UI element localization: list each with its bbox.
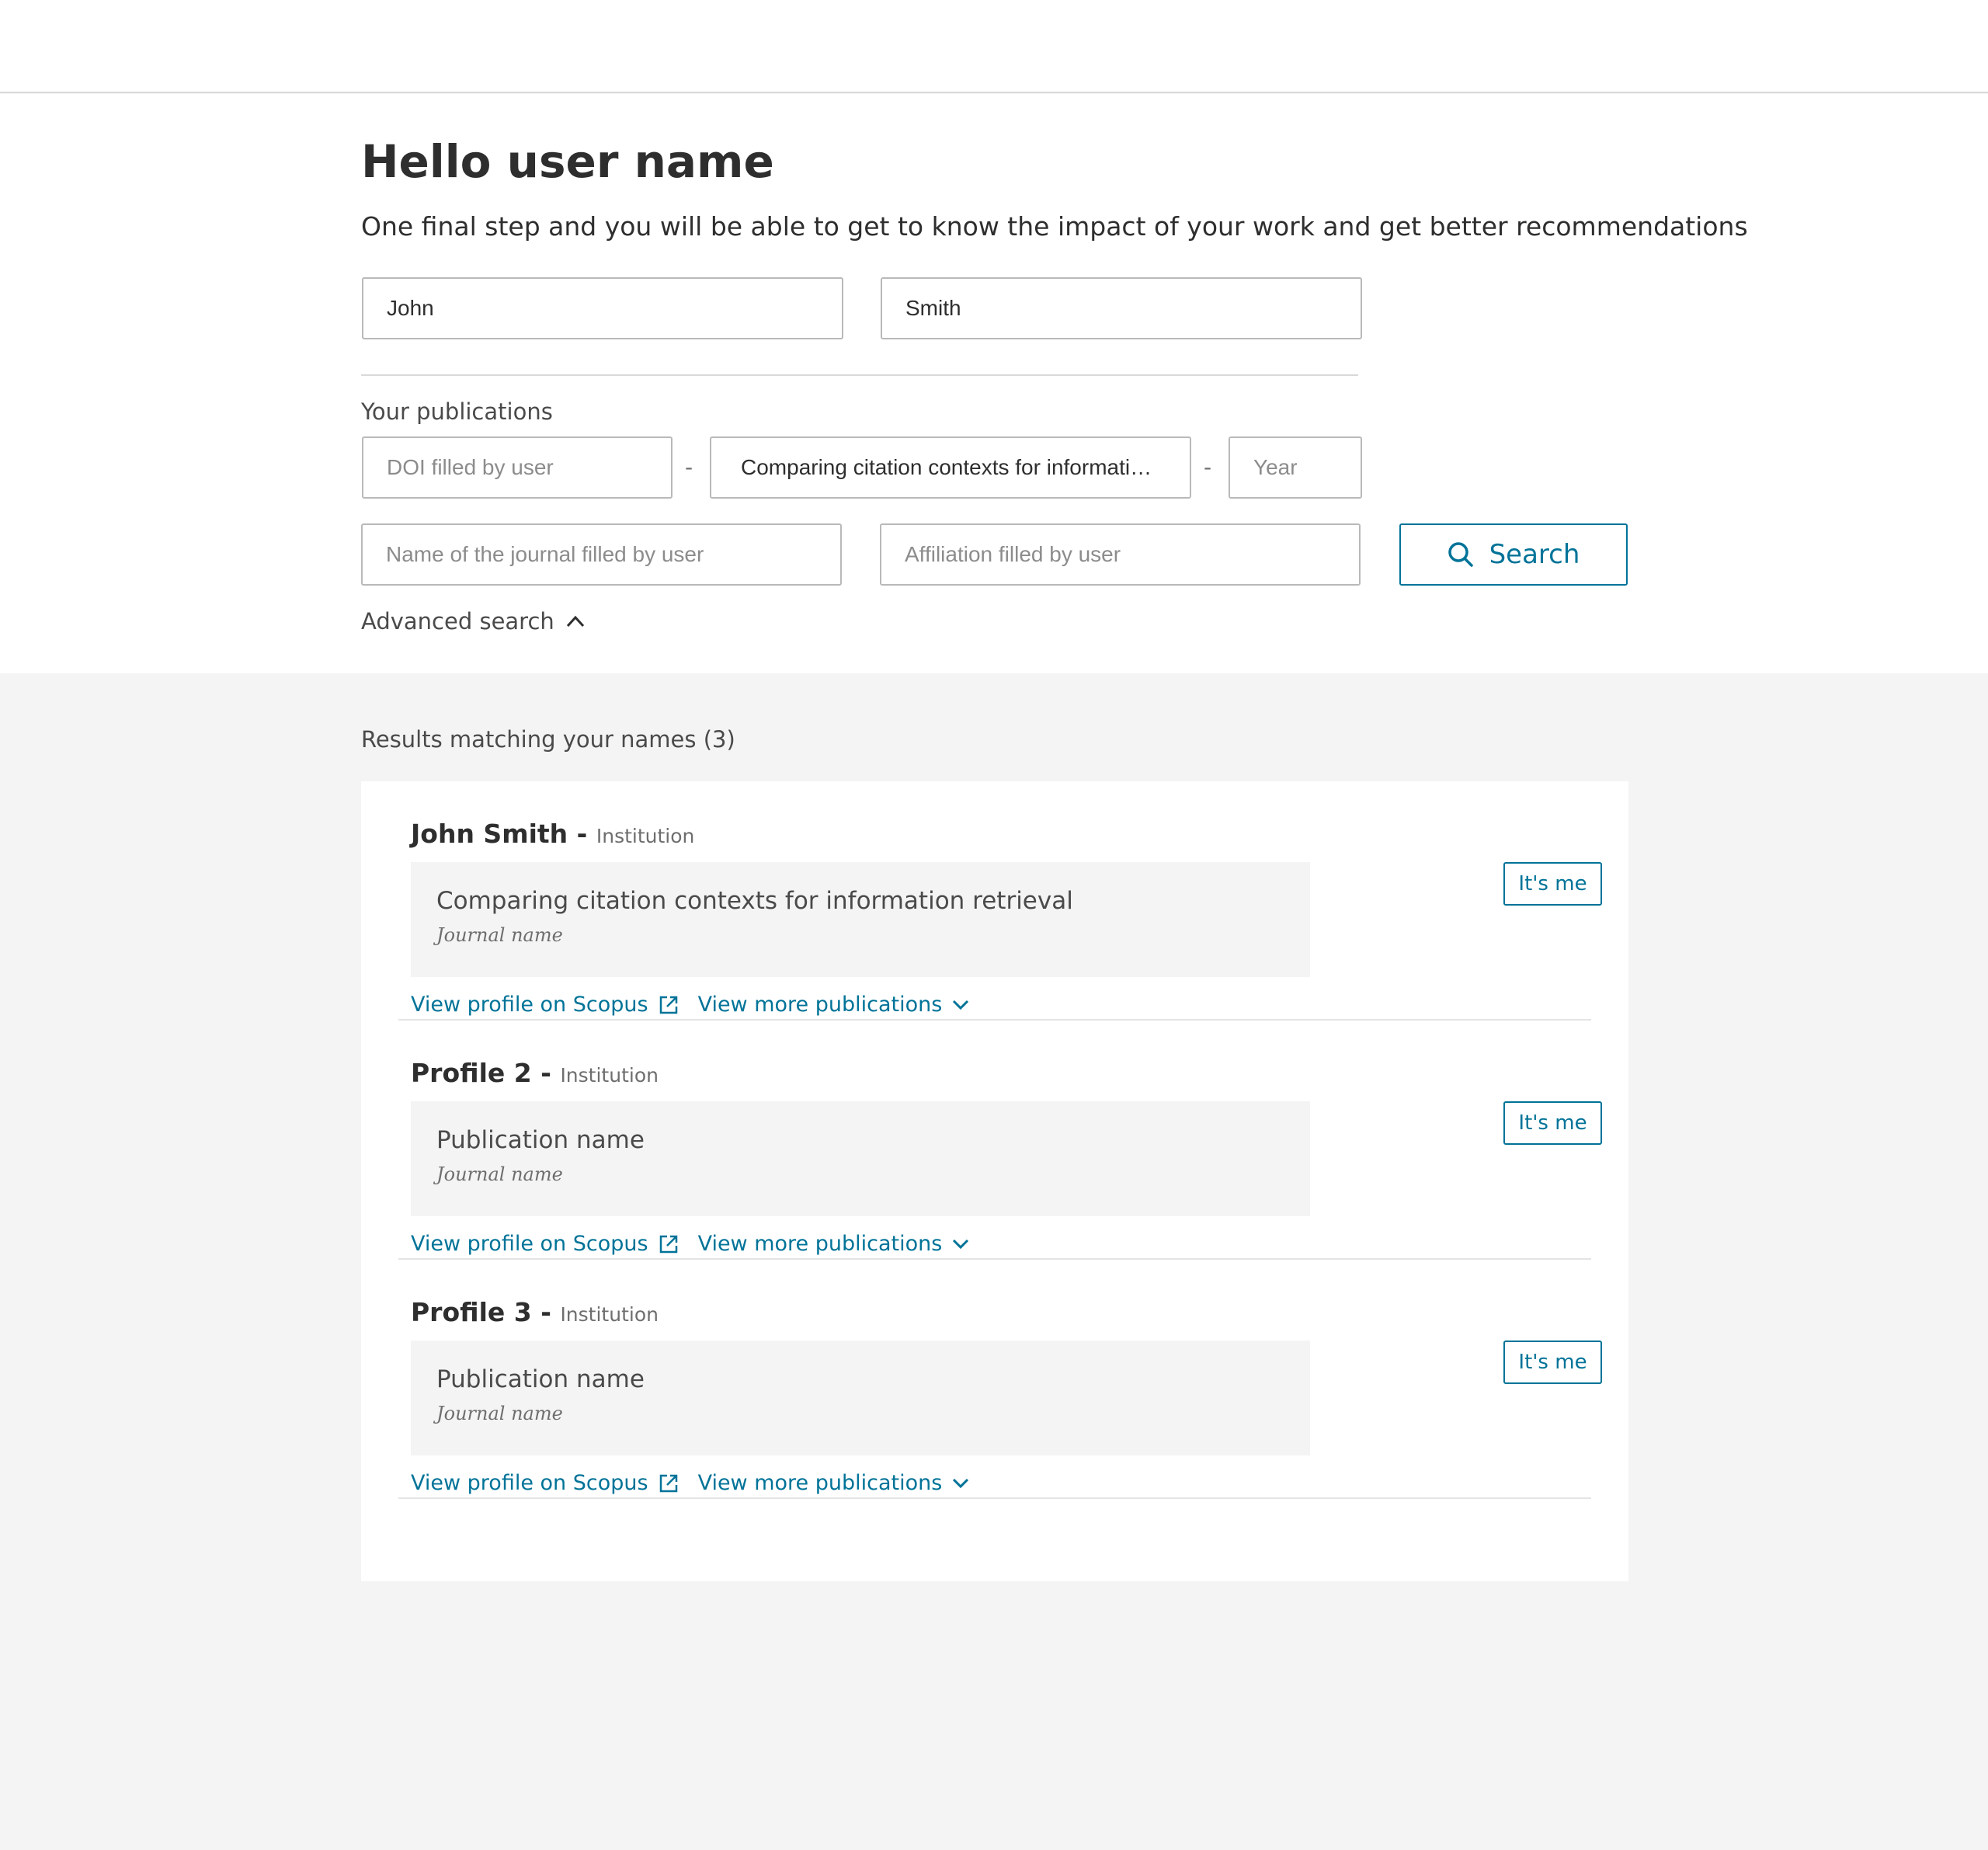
chevron-down-icon (951, 1476, 970, 1490)
search-button-label: Search (1489, 539, 1580, 570)
view-profile-label: View profile on Scopus (411, 1471, 648, 1495)
profile-name: Profile 2 (411, 1058, 532, 1088)
page-subtitle: One final step and you will be able to g… (361, 211, 1748, 242)
view-more-label: View more publications (697, 1232, 943, 1256)
profile-name: Profile 3 (411, 1297, 532, 1327)
publication-title-value: Comparing citation contexts for informat… (741, 455, 1152, 479)
name-separator: - (531, 1058, 561, 1088)
first-name-field[interactable]: John (362, 277, 843, 339)
results-panel: John Smith - Institution Comparing citat… (361, 781, 1628, 1581)
form-divider (361, 374, 1358, 376)
results-count-label: Results matching your names (3) (361, 726, 735, 753)
publication-card: Comparing citation contexts for informat… (411, 862, 1310, 977)
its-me-button[interactable]: It's me (1503, 862, 1602, 906)
chevron-down-icon (951, 1237, 970, 1251)
publication-card: Publication name Journal name (411, 1341, 1310, 1455)
search-icon (1448, 541, 1474, 568)
external-link-icon (658, 994, 679, 1016)
publication-title: Publication name (436, 1365, 645, 1393)
journal-placeholder: Name of the journal filled by user (386, 542, 704, 566)
affiliation-field[interactable]: Affiliation filled by user (880, 523, 1361, 586)
separator-dash: - (685, 454, 693, 480)
journal-field[interactable]: Name of the journal filled by user (361, 523, 842, 586)
external-link-icon (658, 1233, 679, 1255)
doi-field[interactable]: DOI filled by user (362, 436, 673, 499)
profile-header: Profile 2 - Institution (411, 1056, 659, 1095)
profile-links: View profile on Scopus View more publica… (411, 991, 970, 1019)
chevron-up-icon (565, 614, 586, 628)
its-me-button[interactable]: It's me (1503, 1341, 1602, 1384)
year-field[interactable]: Year (1229, 436, 1362, 499)
profile-institution: Institution (560, 1303, 659, 1326)
separator-dash: - (1204, 454, 1212, 480)
advanced-search-toggle[interactable]: Advanced search (361, 606, 586, 637)
view-profile-label: View profile on Scopus (411, 993, 648, 1017)
profile-header: Profile 3 - Institution (411, 1295, 659, 1334)
profile-institution: Institution (560, 1064, 659, 1087)
page-title: Hello user name (361, 135, 774, 188)
publication-journal: Journal name (436, 1403, 563, 1424)
profile-card: Profile 3 - Institution Publication name… (398, 1260, 1602, 1499)
year-placeholder: Year (1253, 455, 1298, 479)
profile-links: View profile on Scopus View more publica… (411, 1469, 970, 1497)
doi-placeholder: DOI filled by user (387, 455, 554, 479)
view-profile-link[interactable]: View profile on Scopus (411, 1469, 679, 1497)
publication-journal: Journal name (436, 924, 563, 946)
publications-label: Your publications (361, 398, 553, 425)
first-name-value: John (387, 296, 434, 320)
advanced-search-label: Advanced search (361, 608, 554, 635)
publication-title-field[interactable]: Comparing citation contexts for informat… (710, 436, 1191, 499)
last-name-value: Smith (905, 296, 961, 320)
profile-card: John Smith - Institution Comparing citat… (398, 781, 1602, 1021)
search-button[interactable]: Search (1399, 523, 1628, 586)
last-name-field[interactable]: Smith (881, 277, 1362, 339)
view-more-publications-link[interactable]: View more publications (698, 1230, 971, 1258)
profile-header: John Smith - Institution (411, 817, 694, 856)
view-more-label: View more publications (697, 1471, 943, 1495)
name-separator: - (568, 819, 596, 849)
view-profile-link[interactable]: View profile on Scopus (411, 1230, 679, 1258)
search-section (0, 94, 1988, 673)
profile-links: View profile on Scopus View more publica… (411, 1230, 970, 1258)
view-profile-link[interactable]: View profile on Scopus (411, 991, 679, 1019)
profile-institution: Institution (596, 825, 695, 847)
chevron-down-icon (951, 998, 970, 1012)
name-separator: - (531, 1297, 561, 1327)
top-bar (0, 0, 1988, 93)
view-more-label: View more publications (697, 993, 943, 1017)
view-profile-label: View profile on Scopus (411, 1232, 648, 1256)
publication-title: Publication name (436, 1126, 645, 1154)
view-more-publications-link[interactable]: View more publications (698, 991, 971, 1019)
profile-name: John Smith (411, 819, 568, 849)
its-me-button[interactable]: It's me (1503, 1101, 1602, 1145)
affiliation-placeholder: Affiliation filled by user (905, 542, 1121, 566)
publication-title: Comparing citation contexts for informat… (436, 887, 1073, 915)
publication-journal: Journal name (436, 1163, 563, 1185)
external-link-icon (658, 1473, 679, 1494)
publication-card: Publication name Journal name (411, 1101, 1310, 1216)
view-more-publications-link[interactable]: View more publications (698, 1469, 971, 1497)
profile-card: Profile 2 - Institution Publication name… (398, 1021, 1602, 1260)
